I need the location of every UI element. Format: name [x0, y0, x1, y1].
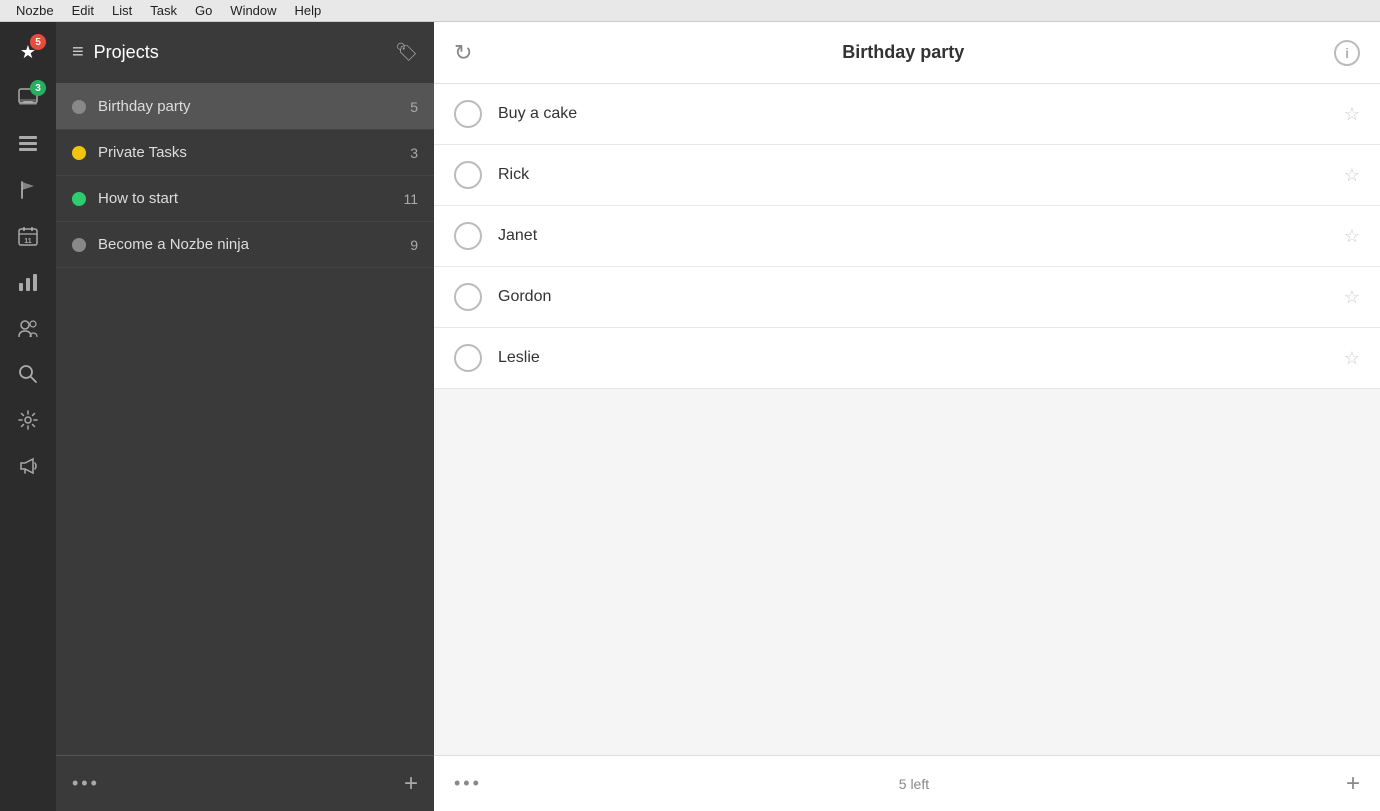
project-dot-private [72, 146, 86, 160]
content-more-button[interactable]: ••• [454, 773, 482, 794]
project-name-private: Private Tasks [98, 144, 398, 161]
content-footer: ••• 5 left + [434, 755, 1380, 811]
icon-sidebar: ★ 5 3 [0, 22, 56, 811]
project-count-ninja: 9 [410, 237, 418, 253]
projects-icon [17, 133, 39, 155]
project-list: Birthday party 5 Private Tasks 3 How to … [56, 84, 434, 755]
projects-header: ≡ Projects 🏷 [56, 22, 434, 84]
task-checkbox-janet[interactable] [454, 222, 482, 250]
sidebar-item-flags[interactable] [6, 168, 50, 212]
sidebar-item-team[interactable] [6, 306, 50, 350]
sidebar-item-projects[interactable] [6, 122, 50, 166]
calendar-icon: 11 [17, 225, 39, 247]
project-count-birthday: 5 [410, 99, 418, 115]
menu-help[interactable]: Help [287, 1, 330, 20]
task-star-rick[interactable]: ☆ [1344, 165, 1360, 186]
menu-task[interactable]: Task [142, 1, 185, 20]
task-item-janet[interactable]: Janet ☆ [434, 206, 1380, 267]
task-name-gordon: Gordon [498, 288, 1328, 306]
main-container: ★ 5 3 [0, 22, 1380, 811]
tasks-left-count: 5 left [899, 776, 929, 792]
task-star-leslie[interactable]: ☆ [1344, 348, 1360, 369]
project-item-nozbe-ninja[interactable]: Become a Nozbe ninja 9 [56, 222, 434, 268]
sidebar-item-search[interactable] [6, 352, 50, 396]
projects-more-button[interactable]: ••• [72, 773, 100, 794]
project-name-howto: How to start [98, 190, 391, 207]
task-item-rick[interactable]: Rick ☆ [434, 145, 1380, 206]
project-count-private: 3 [410, 145, 418, 161]
projects-tag-icon[interactable]: 🏷 [395, 42, 418, 63]
project-item-private-tasks[interactable]: Private Tasks 3 [56, 130, 434, 176]
project-dot-birthday [72, 100, 86, 114]
project-count-howto: 11 [403, 191, 418, 207]
task-star-gordon[interactable]: ☆ [1344, 287, 1360, 308]
task-name-buy-a-cake: Buy a cake [498, 105, 1328, 123]
task-item-leslie[interactable]: Leslie ☆ [434, 328, 1380, 389]
megaphone-icon [17, 455, 39, 477]
menu-window[interactable]: Window [222, 1, 284, 20]
project-item-birthday-party[interactable]: Birthday party 5 [56, 84, 434, 130]
menubar: Nozbe Edit List Task Go Window Help [0, 0, 1380, 22]
sidebar-item-inbox[interactable]: 3 [6, 76, 50, 120]
flag-icon [17, 179, 39, 201]
sidebar-item-calendar[interactable]: 11 [6, 214, 50, 258]
projects-add-button[interactable]: + [404, 770, 418, 798]
sidebar-item-reports[interactable] [6, 260, 50, 304]
task-checkbox-buy-a-cake[interactable] [454, 100, 482, 128]
task-list: Buy a cake ☆ Rick ☆ Janet ☆ Gordon ☆ Les… [434, 84, 1380, 755]
projects-footer: ••• + [56, 755, 434, 811]
svg-text:11: 11 [24, 238, 32, 245]
task-item-buy-a-cake[interactable]: Buy a cake ☆ [434, 84, 1380, 145]
project-item-how-to-start[interactable]: How to start 11 [56, 176, 434, 222]
projects-menu-icon: ≡ [72, 41, 84, 64]
menu-go[interactable]: Go [187, 1, 220, 20]
projects-title: Projects [94, 42, 385, 63]
menu-edit[interactable]: Edit [64, 1, 102, 20]
content-title: Birthday party [488, 42, 1318, 63]
project-name-ninja: Become a Nozbe ninja [98, 236, 398, 253]
sidebar-item-announcements[interactable] [6, 444, 50, 488]
chart-icon [17, 271, 39, 293]
task-name-rick: Rick [498, 166, 1328, 184]
add-task-button[interactable]: + [1346, 770, 1360, 798]
menu-list[interactable]: List [104, 1, 140, 20]
task-checkbox-rick[interactable] [454, 161, 482, 189]
sync-icon[interactable]: ↻ [454, 40, 472, 66]
task-star-janet[interactable]: ☆ [1344, 226, 1360, 247]
task-star-buy-a-cake[interactable]: ☆ [1344, 104, 1360, 125]
project-dot-howto [72, 192, 86, 206]
search-icon [17, 363, 39, 385]
task-checkbox-leslie[interactable] [454, 344, 482, 372]
task-item-gordon[interactable]: Gordon ☆ [434, 267, 1380, 328]
task-checkbox-gordon[interactable] [454, 283, 482, 311]
task-name-janet: Janet [498, 227, 1328, 245]
team-icon [17, 317, 39, 339]
task-name-leslie: Leslie [498, 349, 1328, 367]
sidebar-item-settings[interactable] [6, 398, 50, 442]
settings-icon [17, 409, 39, 431]
starred-badge: 5 [30, 34, 46, 50]
sidebar-item-starred[interactable]: ★ 5 [6, 30, 50, 74]
projects-sidebar: ≡ Projects 🏷 Birthday party 5 Private Ta… [56, 22, 434, 811]
project-name-birthday: Birthday party [98, 98, 398, 115]
info-icon[interactable]: i [1334, 40, 1360, 66]
project-dot-ninja [72, 238, 86, 252]
content-area: ↻ Birthday party i Buy a cake ☆ Rick ☆ J… [434, 22, 1380, 811]
inbox-badge: 3 [30, 80, 46, 96]
content-header: ↻ Birthday party i [434, 22, 1380, 84]
menu-nozbe[interactable]: Nozbe [8, 1, 62, 20]
